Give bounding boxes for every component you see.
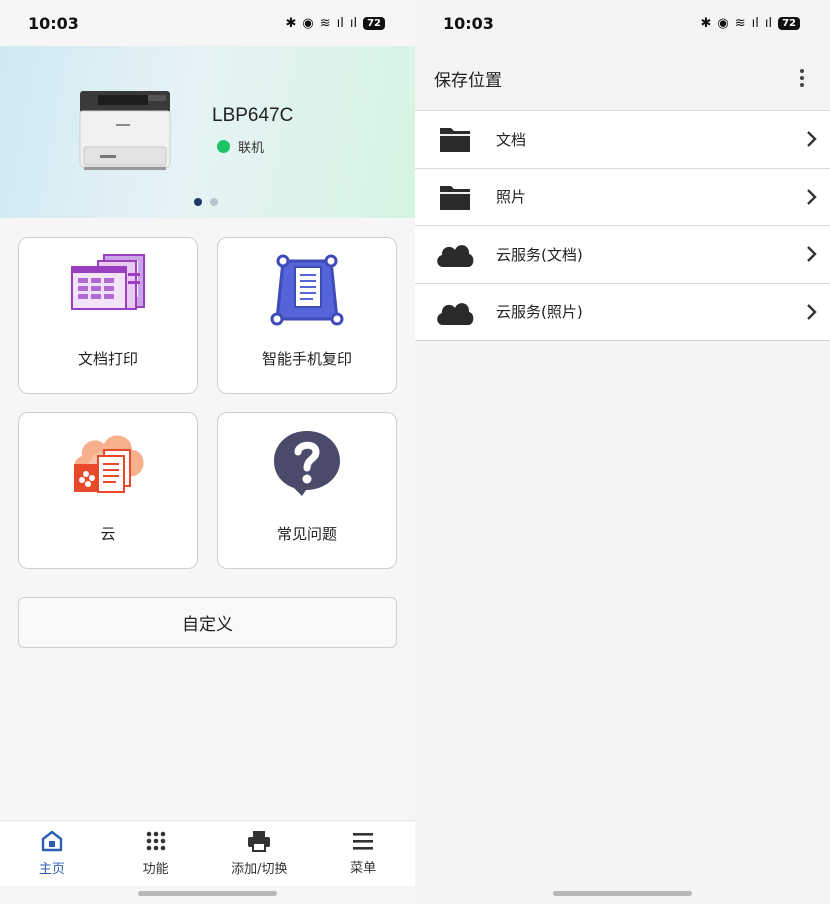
more-options-icon[interactable]: [794, 65, 810, 91]
printer-status: 联机: [217, 137, 264, 156]
status-bar: 10:03 ✱ ◉ ≋ ıl ıl 72: [0, 0, 415, 46]
nav-add-switch[interactable]: 添加/切换: [208, 821, 312, 886]
status-icons: ✱ ◉ ≋ ıl ıl 72: [285, 16, 385, 31]
cloud-tile[interactable]: 云: [18, 412, 198, 569]
chevron-right-icon: [807, 188, 817, 205]
location-label: 云服务(照片): [496, 303, 583, 322]
home-screen: 10:03 ✱ ◉ ≋ ıl ıl 72 LBP647C 联机 文档打印 智能手…: [0, 0, 415, 904]
printer-status-text: 联机: [238, 141, 265, 156]
page-title: 保存位置: [434, 70, 502, 91]
location-row-cloud-documents[interactable]: 云服务(文档): [415, 226, 830, 284]
nav-add-switch-label: 添加/切换: [231, 862, 288, 877]
signal-icon-2: ıl: [764, 15, 773, 31]
battery-icon: 72: [778, 16, 800, 30]
smartphone-copy-tile[interactable]: 智能手机复印: [217, 237, 397, 394]
printer-model: LBP647C: [212, 105, 294, 126]
signal-icon: ıl: [336, 15, 344, 31]
signal-icon-2: ıl: [349, 15, 358, 31]
location-label: 照片: [496, 188, 527, 207]
location-row-cloud-photos[interactable]: 云服务(照片): [415, 283, 830, 341]
chevron-right-icon: [807, 131, 817, 148]
printer-image: [79, 91, 171, 170]
cloud-label: 云: [100, 525, 116, 543]
home-indicator[interactable]: [138, 891, 277, 896]
document-print-icon: [71, 254, 145, 310]
location-row-documents[interactable]: 文档: [415, 111, 830, 169]
folder-icon: [435, 181, 475, 213]
smartphone-copy-label: 智能手机复印: [261, 350, 352, 368]
save-location-list: 文档 照片 云服务(文档) 云服务(照片): [415, 111, 830, 341]
status-icons: ✱ ◉ ≋ ıl ıl 72: [700, 16, 800, 31]
nav-functions[interactable]: 功能: [104, 821, 208, 886]
nav-functions-label: 功能: [142, 862, 169, 877]
bluetooth-icon: ✱: [700, 15, 712, 31]
home-icon: [41, 830, 63, 852]
bottom-navigation: 主页 功能 添加/切换 菜单: [0, 820, 415, 886]
app-bar: 保存位置: [415, 46, 830, 111]
location-label: 云服务(文档): [496, 245, 583, 264]
document-print-tile[interactable]: 文档打印: [18, 237, 198, 394]
status-time: 10:03: [28, 13, 79, 33]
status-bar: 10:03 ✱ ◉ ≋ ıl ıl 72: [415, 0, 830, 46]
status-time: 10:03: [443, 13, 494, 33]
banner-pager: [194, 198, 218, 206]
location-label: 文档: [496, 130, 527, 149]
grid-icon: [146, 831, 165, 851]
signal-icon: ıl: [751, 15, 759, 31]
nav-home-label: 主页: [38, 862, 65, 877]
pager-dot-active[interactable]: [194, 198, 202, 206]
save-location-screen: 10:03 ✱ ◉ ≋ ıl ıl 72 保存位置 文档 照片 云服务(文档) …: [415, 0, 830, 904]
printer-icon: [248, 831, 271, 852]
cloud-icon: [435, 238, 475, 270]
faq-tile[interactable]: 常见问题: [217, 412, 397, 569]
hamburger-menu-icon: [353, 833, 374, 850]
chevron-right-icon: [807, 303, 817, 320]
nav-menu-label: 菜单: [350, 861, 377, 876]
folder-icon: [435, 123, 475, 155]
home-indicator[interactable]: [553, 891, 692, 896]
wifi-icon: ≋: [734, 15, 746, 31]
cloud-service-icon: [74, 435, 144, 493]
faq-label: 常见问题: [276, 525, 337, 543]
wifi-icon: ≋: [319, 15, 331, 31]
online-indicator-icon: [217, 140, 230, 153]
question-icon: [274, 431, 340, 496]
smartphone-copy-icon: [270, 254, 344, 326]
battery-icon: 72: [363, 16, 385, 30]
printer-banner[interactable]: LBP647C 联机: [0, 46, 415, 218]
location-icon: ◉: [717, 15, 729, 31]
nav-home[interactable]: 主页: [0, 821, 104, 886]
chevron-right-icon: [807, 246, 817, 263]
cloud-icon: [435, 296, 475, 328]
location-icon: ◉: [302, 15, 314, 31]
location-row-photos[interactable]: 照片: [415, 168, 830, 226]
customize-button[interactable]: 自定义: [18, 597, 397, 648]
nav-menu[interactable]: 菜单: [311, 821, 415, 886]
document-print-label: 文档打印: [77, 350, 138, 368]
pager-dot[interactable]: [210, 198, 218, 206]
bluetooth-icon: ✱: [285, 15, 297, 31]
